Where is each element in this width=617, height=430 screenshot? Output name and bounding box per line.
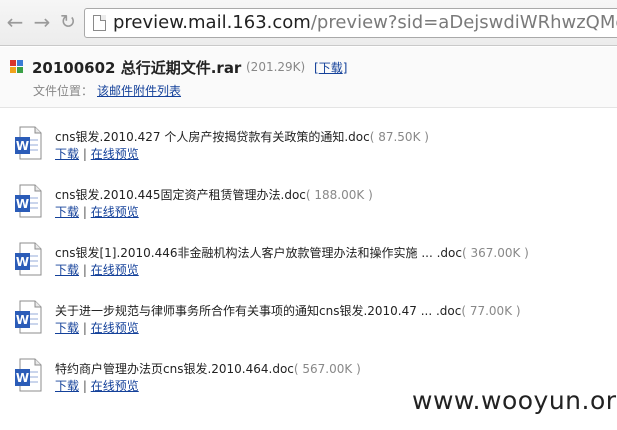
link-separator: | <box>82 205 87 219</box>
document-item: W 关于进一步规范与律师事务所合作有关事项的通知cns银发.2010.47 ...… <box>14 300 614 344</box>
document-download-link[interactable]: 下载 <box>55 263 79 277</box>
document-preview-link[interactable]: 在线预览 <box>91 379 139 393</box>
word-doc-icon: W <box>15 300 42 334</box>
link-separator: | <box>82 379 87 393</box>
url-host: preview.mail.163.com <box>113 12 311 33</box>
url-path: /preview?sid=aDejswdiWRhwzQMqzoiizaDCr <box>310 12 617 33</box>
archive-download-link[interactable]: 下载 <box>319 61 343 75</box>
address-bar[interactable]: preview.mail.163.com/preview?sid=aDejswd… <box>84 8 617 38</box>
forward-arrow-icon[interactable]: → <box>31 10 53 34</box>
document-name: 特约商户管理办法页cns银发.2010.464.doc( 567.00K ) <box>55 360 361 377</box>
document-preview-link[interactable]: 在线预览 <box>91 263 139 277</box>
archive-download: [下载] <box>314 61 348 75</box>
document-filename: 关于进一步规范与律师事务所合作有关事项的通知cns银发.2010.47 ... … <box>55 304 462 318</box>
document-item: Wcns银发[1].2010.446非金融机构法人客户放款管理办法和操作实施 .… <box>14 242 614 286</box>
document-size: ( 567.00K ) <box>293 362 361 376</box>
page-icon <box>93 15 106 31</box>
svg-text:W: W <box>16 197 29 211</box>
browser-toolbar: ← → ↻ preview.mail.163.com/preview?sid=a… <box>0 0 617 46</box>
archive-size: (201.29K) <box>246 60 306 74</box>
word-doc-icon: W <box>15 126 42 160</box>
document-preview-link[interactable]: 在线预览 <box>91 147 139 161</box>
document-item: Wcns银发.2010.427 个人房产按揭贷款有关政策的通知.doc( 87.… <box>14 126 614 170</box>
rar-archive-icon <box>10 60 24 74</box>
word-doc-icon: W <box>15 184 42 218</box>
document-size: ( 77.00K ) <box>461 304 521 318</box>
word-doc-icon: W <box>15 358 42 392</box>
document-actions: 下载 | 在线预览 <box>55 377 139 394</box>
document-download-link[interactable]: 下载 <box>55 321 79 335</box>
document-size: ( 367.00K ) <box>461 246 529 260</box>
document-name: 关于进一步规范与律师事务所合作有关事项的通知cns银发.2010.47 ... … <box>55 302 521 319</box>
document-name: cns银发.2010.445固定资产租赁管理办法.doc( 188.00K ) <box>55 186 373 203</box>
document-filename: cns银发.2010.427 个人房产按揭贷款有关政策的通知.doc <box>55 130 370 144</box>
svg-text:W: W <box>16 371 29 385</box>
document-size: ( 87.50K ) <box>369 130 429 144</box>
link-separator: | <box>82 147 87 161</box>
document-actions: 下载 | 在线预览 <box>55 203 139 220</box>
document-actions: 下载 | 在线预览 <box>55 319 139 336</box>
document-filename: 特约商户管理办法页cns银发.2010.464.doc <box>55 362 294 376</box>
svg-text:W: W <box>16 255 29 269</box>
attachment-list-link[interactable]: 该邮件附件列表 <box>97 84 181 98</box>
document-preview-link[interactable]: 在线预览 <box>91 321 139 335</box>
document-download-link[interactable]: 下载 <box>55 147 79 161</box>
link-separator: | <box>82 321 87 335</box>
link-separator: | <box>82 263 87 277</box>
document-filename: cns银发[1].2010.446非金融机构法人客户放款管理办法和操作实施 ..… <box>55 246 462 260</box>
document-actions: 下载 | 在线预览 <box>55 261 139 278</box>
watermark: www.wooyun.org <box>412 386 617 415</box>
back-arrow-icon[interactable]: ← <box>4 10 26 34</box>
file-location-label: 文件位置： <box>33 84 94 98</box>
svg-text:W: W <box>16 313 29 327</box>
document-preview-link[interactable]: 在线预览 <box>91 205 139 219</box>
svg-text:W: W <box>16 139 29 153</box>
document-actions: 下载 | 在线预览 <box>55 145 139 162</box>
document-filename: cns银发.2010.445固定资产租赁管理办法.doc <box>55 188 306 202</box>
word-doc-icon: W <box>15 242 42 276</box>
url-text[interactable]: preview.mail.163.com/preview?sid=aDejswd… <box>113 12 617 34</box>
document-download-link[interactable]: 下载 <box>55 205 79 219</box>
attachment-header: 20100602 总行近期文件.rar (201.29K) [下载] 文件位置：… <box>0 47 617 108</box>
attachment-list: 该邮件附件列表 <box>97 82 181 99</box>
document-name: cns银发[1].2010.446非金融机构法人客户放款管理办法和操作实施 ..… <box>55 244 529 261</box>
document-download-link[interactable]: 下载 <box>55 379 79 393</box>
document-name: cns银发.2010.427 个人房产按揭贷款有关政策的通知.doc( 87.5… <box>55 128 429 145</box>
document-item: Wcns银发.2010.445固定资产租赁管理办法.doc( 188.00K )… <box>14 184 614 228</box>
document-size: ( 188.00K ) <box>305 188 373 202</box>
archive-title: 20100602 总行近期文件.rar <box>32 59 242 77</box>
reload-icon[interactable]: ↻ <box>57 10 79 34</box>
